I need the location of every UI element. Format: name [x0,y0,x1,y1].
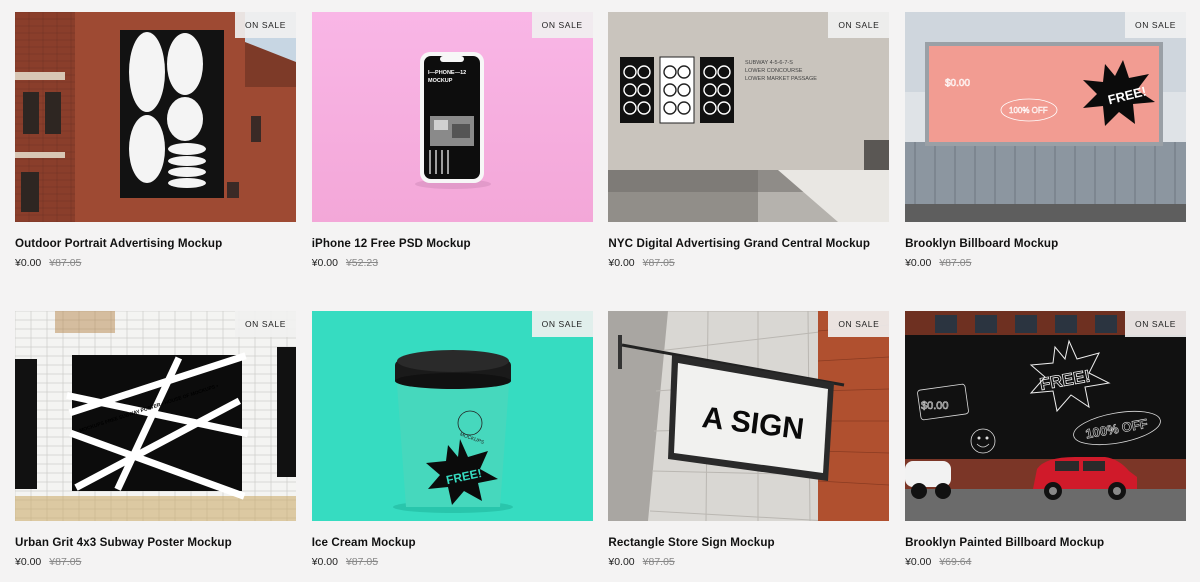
product-title[interactable]: Urban Grit 4x3 Subway Poster Mockup [15,536,296,549]
wall-sign-text: LOWER MARKET PASSAGE [745,76,817,82]
product-grid: ON SALE Outdoor Portrait Advertising Moc… [15,12,1187,582]
on-sale-badge: ON SALE [234,12,296,38]
product-image[interactable]: FREE! $0.00 100% OFF ON SALE [905,311,1187,521]
product-title[interactable]: iPhone 12 Free PSD Mockup [312,237,593,250]
product-image[interactable]: A SIGN ON SALE [608,311,890,521]
product-card[interactable]: MOCKUPS FREE! ON SALE Ice Cream Mockup ¥… [311,311,593,582]
product-card[interactable]: ON SALE Outdoor Portrait Advertising Moc… [15,12,296,311]
sale-price: ¥0.00 [905,257,932,269]
on-sale-badge: ON SALE [1125,12,1187,38]
original-price: ¥69.64 [939,556,972,568]
sale-price: ¥0.00 [15,556,42,568]
sale-price: ¥0.00 [311,257,338,269]
original-price: ¥87.05 [642,257,675,269]
billboard-price-text: $0.00 [945,78,970,89]
product-image[interactable]: FREE! $0.00 100% OFF ON SALE [905,12,1187,222]
wall-sign-text: LOWER CONCOURSE [745,68,803,74]
on-sale-badge: ON SALE [234,311,296,337]
product-title[interactable]: NYC Digital Advertising Grand Central Mo… [608,237,889,250]
product-card[interactable]: A SIGN ON SALE Rectangle Store Sign Mock… [608,311,890,582]
brooklyn-billboard-image: FREE! $0.00 100% OFF [905,12,1187,222]
ice-cream-image: MOCKUPS FREE! [311,311,593,521]
price-row: ¥0.00 ¥87.05 [15,556,296,568]
store-sign-image: A SIGN [608,311,890,521]
sale-price: ¥0.00 [905,556,932,568]
price-row: ¥0.00 ¥52.23 [312,257,593,269]
product-card[interactable]: SUBWAY 4-5-6-7-S LOWER CONCOURSE LOWER M… [608,12,890,311]
original-price: ¥87.05 [49,257,82,269]
phone-screen-text: I—PHONE—12 [428,70,466,76]
price-row: ¥0.00 ¥87.05 [15,257,296,269]
subway-poster-image: MOCKUPS FREE SUBWAY POSTER • HOUSE OF MO… [15,311,296,521]
product-image[interactable]: SUBWAY 4-5-6-7-S LOWER CONCOURSE LOWER M… [608,12,890,222]
price-row: ¥0.00 ¥87.05 [905,257,1186,269]
product-image[interactable]: I—PHONE—12 MOCKUP ON SALE [311,12,593,222]
on-sale-badge: ON SALE [828,12,890,38]
product-title[interactable]: Brooklyn Painted Billboard Mockup [905,536,1186,549]
nyc-digital-image: SUBWAY 4-5-6-7-S LOWER CONCOURSE LOWER M… [608,12,890,222]
product-image[interactable]: MOCKUPS FREE! ON SALE [311,311,593,521]
on-sale-badge: ON SALE [531,311,593,337]
product-card[interactable]: I—PHONE—12 MOCKUP ON SALE iPhone 12 Free… [311,12,593,311]
billboard-off-text: 100% OFF [1009,106,1048,115]
original-price: ¥87.05 [345,556,379,568]
iphone-image: I—PHONE—12 MOCKUP [311,12,593,222]
product-title[interactable]: Ice Cream Mockup [312,536,593,549]
painted-billboard-image: FREE! $0.00 100% OFF [905,311,1187,521]
wall-sign-text: SUBWAY 4-5-6-7-S [745,60,793,66]
product-card[interactable]: MOCKUPS FREE SUBWAY POSTER • HOUSE OF MO… [15,311,296,582]
phone-screen-text: MOCKUP [428,78,453,84]
price-row: ¥0.00 ¥69.64 [905,556,1186,568]
painted-price-text: $0.00 [921,400,949,412]
price-row: ¥0.00 ¥87.05 [608,257,889,269]
product-card[interactable]: FREE! $0.00 100% OFF ON SALE Brooklyn Bi… [905,12,1187,311]
outdoor-portrait-image [15,12,296,222]
sale-price: ¥0.00 [608,556,635,568]
on-sale-badge: ON SALE [828,311,890,337]
product-image[interactable]: MOCKUPS FREE SUBWAY POSTER • HOUSE OF MO… [15,311,296,521]
product-image[interactable]: ON SALE [15,12,296,222]
price-row: ¥0.00 ¥87.05 [608,556,889,568]
product-card[interactable]: FREE! $0.00 100% OFF ON SALE Brooklyn Pa… [905,311,1187,582]
sale-price: ¥0.00 [15,257,42,269]
original-price: ¥87.05 [642,556,675,568]
product-title[interactable]: Outdoor Portrait Advertising Mockup [15,237,296,250]
on-sale-badge: ON SALE [1125,311,1187,337]
product-title[interactable]: Rectangle Store Sign Mockup [608,536,889,549]
on-sale-badge: ON SALE [531,12,593,38]
original-price: ¥87.05 [939,257,972,269]
product-title[interactable]: Brooklyn Billboard Mockup [905,237,1186,250]
price-row: ¥0.00 ¥87.05 [312,556,593,568]
original-price: ¥87.05 [49,556,82,568]
sale-price: ¥0.00 [608,257,635,269]
sale-price: ¥0.00 [311,556,338,568]
original-price: ¥52.23 [345,257,379,269]
